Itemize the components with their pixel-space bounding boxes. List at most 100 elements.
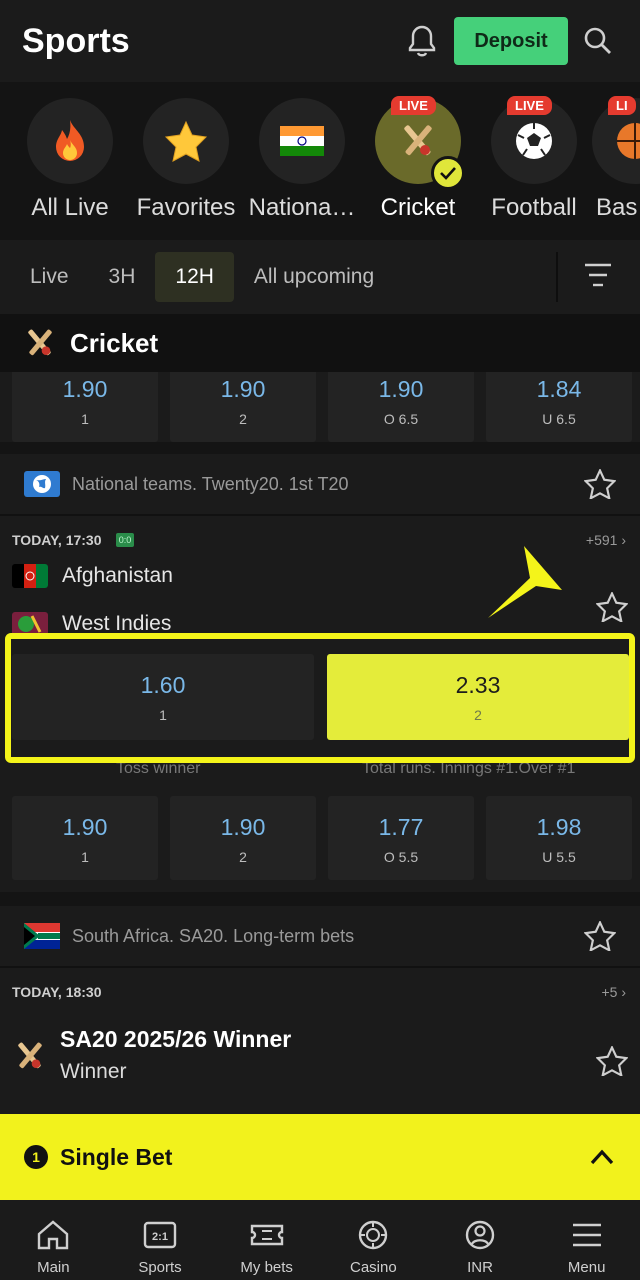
nav-label: My bets bbox=[240, 1259, 293, 1276]
previous-match-odds: 1.90 1 1.90 2 1.90 O 6.5 1.84 U 6.5 bbox=[0, 372, 640, 442]
odds-label: O 5.5 bbox=[383, 849, 419, 865]
odds-label: 2 bbox=[239, 849, 247, 865]
sports-page: Sports Deposit All Live Favorites Nation bbox=[0, 0, 640, 1280]
filter-all-upcoming[interactable]: All upcoming bbox=[234, 252, 394, 302]
odds-value: 1.90 bbox=[62, 376, 108, 402]
sport-label: Bas bbox=[596, 194, 638, 221]
fire-icon bbox=[56, 120, 84, 161]
odds-button[interactable]: 1.84 U 6.5 bbox=[486, 372, 632, 442]
sport-item-all-live[interactable]: All Live bbox=[12, 98, 128, 222]
match-time: TODAY, 18:30 bbox=[12, 984, 102, 1000]
sport-item-national[interactable]: Nationa… bbox=[244, 98, 360, 222]
more-markets-link[interactable]: +5 › bbox=[601, 984, 626, 1000]
sport-item-favorites[interactable]: Favorites bbox=[128, 98, 244, 222]
sport-circle bbox=[27, 98, 113, 184]
live-badge: LIVE bbox=[507, 96, 552, 115]
nav-label: Sports bbox=[138, 1259, 182, 1276]
match-card-sa20: South Africa. SA20. Long-term bets TODAY… bbox=[0, 906, 640, 1114]
favorite-star-icon[interactable] bbox=[596, 1046, 628, 1076]
nav-casino[interactable]: Casino bbox=[320, 1200, 427, 1280]
menu-icon bbox=[572, 1223, 601, 1247]
odds-value: 1.84 bbox=[536, 376, 582, 402]
page-title: Sports bbox=[22, 21, 130, 60]
odds-button[interactable]: 1.98 U 5.5 bbox=[486, 796, 632, 880]
star-icon bbox=[164, 120, 208, 162]
nav-main[interactable]: Main bbox=[0, 1200, 107, 1280]
pointer-arrow-icon bbox=[488, 546, 562, 618]
betslip-bar[interactable]: 1 Single Bet bbox=[0, 1114, 640, 1200]
odds-label: 2 bbox=[239, 411, 247, 427]
odds-value: 1.90 bbox=[220, 376, 266, 402]
team-row-home[interactable]: Afghanistan bbox=[12, 564, 173, 588]
more-markets-link[interactable]: +591 › bbox=[586, 532, 626, 548]
sport-circle bbox=[259, 98, 345, 184]
odds-value: 1.90 bbox=[378, 376, 424, 402]
sport-label: Favorites bbox=[136, 194, 236, 221]
odds-button[interactable]: 1.90 2 bbox=[170, 796, 316, 880]
league-name: National teams. Twenty20. 1st T20 bbox=[72, 473, 349, 494]
ticket-icon bbox=[250, 1224, 283, 1246]
cricket-icon bbox=[404, 125, 432, 156]
nav-label: INR bbox=[467, 1259, 493, 1276]
sport-label: Football bbox=[491, 194, 577, 221]
sport-circle: LIVE bbox=[491, 96, 577, 184]
globe-icon bbox=[24, 471, 60, 497]
favorite-star-icon[interactable] bbox=[596, 592, 628, 622]
divider bbox=[556, 252, 558, 302]
sport-item-football[interactable]: LIVE Football bbox=[476, 96, 592, 222]
betslip-label: Single Bet bbox=[60, 1143, 173, 1170]
filter-12h[interactable]: 12H bbox=[155, 252, 234, 302]
odds-button[interactable]: 1.90 2 bbox=[170, 372, 316, 442]
chevron-up-icon[interactable] bbox=[590, 1149, 614, 1165]
event-subtitle: Winner bbox=[60, 1060, 127, 1083]
odds-button[interactable]: 1.90 1 bbox=[12, 796, 158, 880]
football-icon bbox=[516, 123, 552, 159]
team-name: Afghanistan bbox=[62, 564, 173, 587]
favorite-star-icon[interactable] bbox=[584, 921, 616, 951]
favorite-star-icon[interactable] bbox=[584, 469, 616, 499]
india-flag-icon bbox=[280, 126, 324, 156]
basketball-icon bbox=[617, 123, 640, 159]
selected-check-icon bbox=[431, 156, 465, 190]
deposit-button[interactable]: Deposit bbox=[454, 17, 568, 65]
nav-label: Casino bbox=[350, 1259, 397, 1276]
notifications-bell-icon[interactable] bbox=[402, 21, 442, 61]
section-title: Cricket bbox=[70, 327, 159, 358]
nav-account[interactable]: INR bbox=[427, 1200, 534, 1280]
home-icon bbox=[38, 1220, 69, 1250]
casino-chip-icon bbox=[359, 1220, 388, 1250]
filter-sort-icon[interactable] bbox=[584, 262, 612, 293]
nav-sports[interactable]: 2:1 Sports bbox=[107, 1200, 214, 1280]
score-badge: 0:0 bbox=[116, 533, 134, 547]
sport-label: All Live bbox=[31, 194, 109, 221]
cricket-icon bbox=[28, 329, 52, 356]
top-header: Sports Deposit bbox=[0, 0, 640, 82]
sport-circle: LIVE bbox=[375, 96, 465, 190]
nav-badge-text: 2:1 bbox=[152, 1231, 168, 1243]
sport-label: Nationa… bbox=[248, 194, 356, 221]
more-markets-count: +5 bbox=[601, 984, 618, 1000]
filter-live[interactable]: Live bbox=[10, 252, 89, 302]
odds-button[interactable]: 1.90 O 6.5 bbox=[328, 372, 474, 442]
odds-button[interactable]: 1.90 1 bbox=[12, 372, 158, 442]
event-title[interactable]: SA20 2025/26 Winner bbox=[60, 1026, 291, 1053]
sports-icon: 2:1 bbox=[143, 1221, 177, 1249]
odds-value: 1.77 bbox=[378, 814, 424, 840]
sport-item-cricket[interactable]: LIVE Cricket bbox=[360, 96, 476, 222]
league-row[interactable]: National teams. Twenty20. 1st T20 bbox=[0, 454, 640, 516]
filter-3h[interactable]: 3H bbox=[89, 252, 156, 302]
nav-my-bets[interactable]: My bets bbox=[213, 1200, 320, 1280]
nav-menu[interactable]: Menu bbox=[533, 1200, 640, 1280]
odds-label: U 5.5 bbox=[542, 849, 576, 865]
league-row[interactable]: South Africa. SA20. Long-term bets bbox=[0, 906, 640, 968]
highlight-box bbox=[5, 633, 635, 763]
sport-item-basketball[interactable]: LI Bas bbox=[592, 96, 640, 222]
odds-button[interactable]: 1.77 O 5.5 bbox=[328, 796, 474, 880]
time-filter-bar: Live 3H 12H All upcoming bbox=[0, 240, 640, 314]
sports-carousel: All Live Favorites Nationa… LIVE Cricket bbox=[0, 82, 640, 240]
nav-label: Menu bbox=[567, 1259, 606, 1276]
odds-value: 1.98 bbox=[536, 814, 582, 840]
account-icon bbox=[465, 1220, 495, 1250]
nav-label: Main bbox=[37, 1259, 70, 1276]
search-icon[interactable] bbox=[578, 21, 618, 61]
